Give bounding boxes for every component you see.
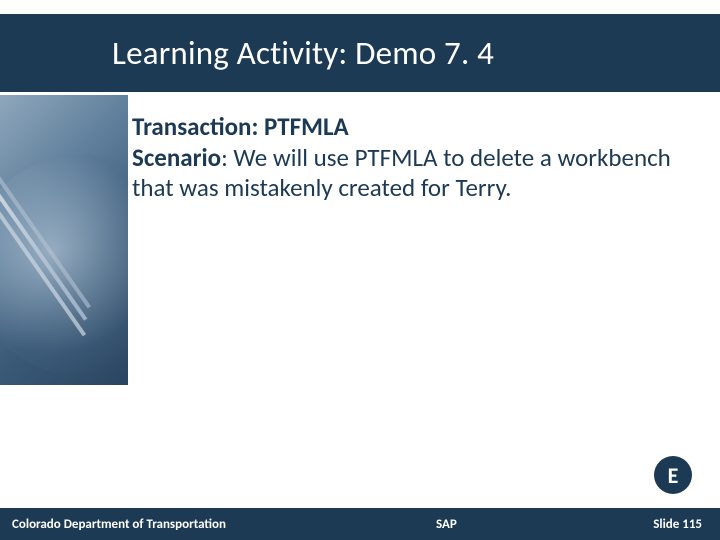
transaction-label: Transaction:: [132, 111, 264, 142]
footer-org: Colorado Department of Transportation: [12, 517, 226, 532]
footer-bar: Colorado Department of Transportation SA…: [0, 508, 720, 540]
transaction-line: Transaction: PTFMLA: [132, 112, 702, 143]
footer-page: Slide 115: [653, 517, 702, 532]
slide: Learning Activity: Demo 7. 4 Transaction…: [0, 0, 720, 540]
scenario-label: Scenario: [132, 142, 221, 173]
transaction-value: PTFMLA: [264, 111, 349, 142]
decorative-side-image: [0, 95, 128, 385]
scenario-line: Scenario: We will use PTFMLA to delete a…: [132, 143, 702, 204]
title-bar: Learning Activity: Demo 7. 4: [0, 14, 720, 92]
slide-title: Learning Activity: Demo 7. 4: [0, 33, 494, 73]
slide-body: Transaction: PTFMLA Scenario: We will us…: [132, 112, 702, 204]
exercise-badge: E: [654, 456, 692, 494]
exercise-badge-letter: E: [668, 462, 679, 489]
footer-center: SAP: [436, 517, 457, 532]
